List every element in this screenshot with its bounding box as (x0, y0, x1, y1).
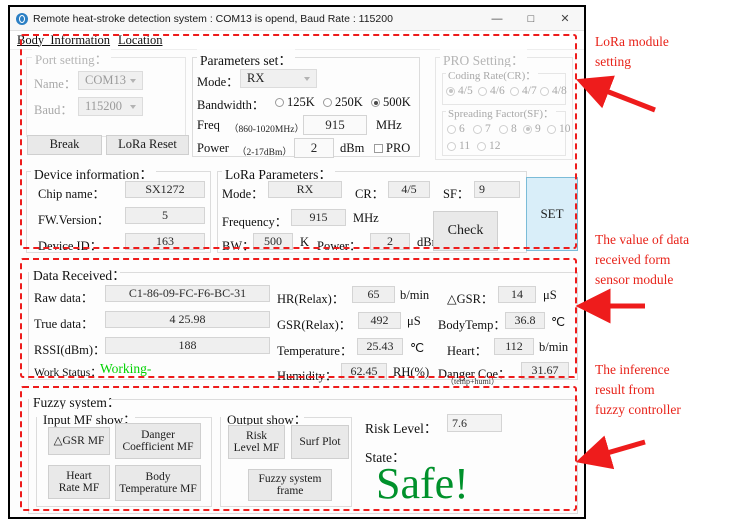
annotation-arrows (575, 75, 656, 470)
arrow-fuzzy (575, 435, 646, 470)
arrow-lora (576, 75, 656, 113)
